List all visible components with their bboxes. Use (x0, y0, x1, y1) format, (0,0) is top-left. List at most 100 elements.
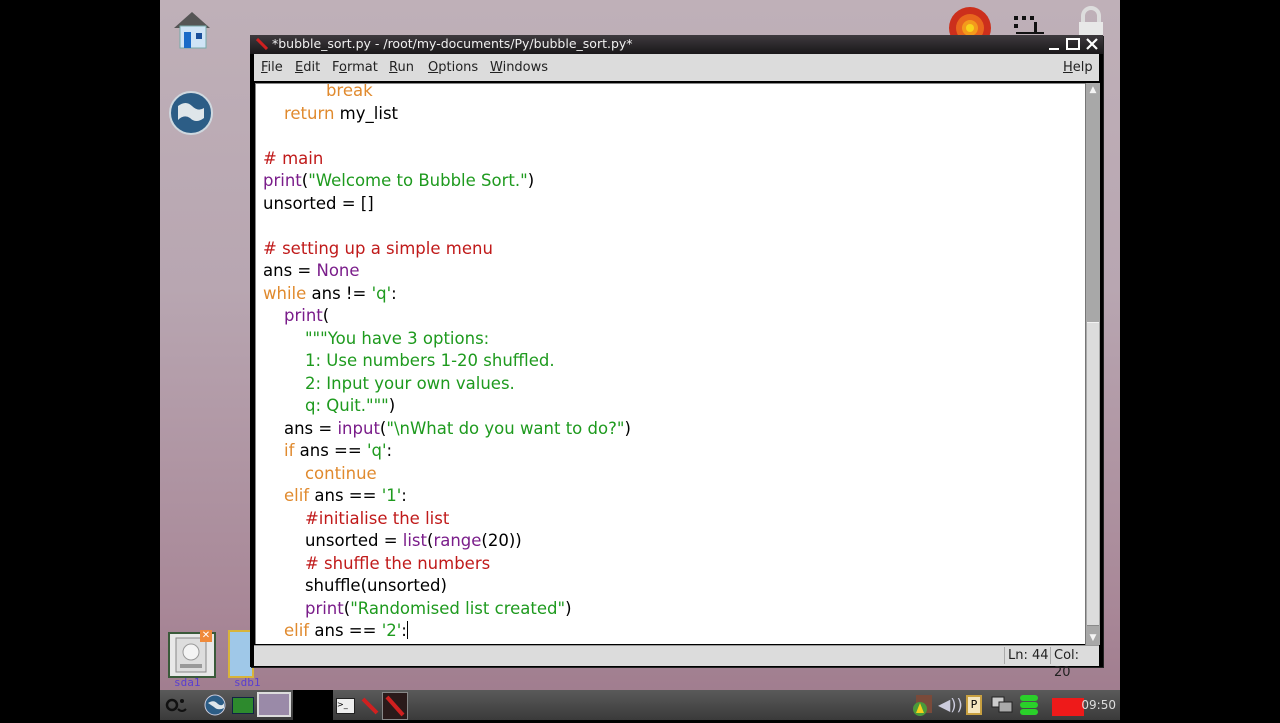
idle-editor-window: *bubble_sort.py - /root/my-documents/Py/… (250, 35, 1103, 680)
menu-format[interactable]: Format (332, 60, 378, 75)
scroll-up-arrow-icon[interactable]: ▲ (1088, 85, 1098, 95)
code-line[interactable]: shuffle(unsorted) (263, 575, 631, 598)
code-token: (20)) (481, 531, 522, 550)
code-line[interactable]: break (263, 83, 631, 103)
code-editor[interactable]: break return my_list # main print("Welcom… (255, 83, 1086, 644)
start-menu-icon[interactable] (164, 693, 192, 717)
vertical-scrollbar[interactable]: ▲ ▼ (1085, 83, 1100, 645)
code-line[interactable]: ans = None (263, 260, 631, 283)
code-line[interactable]: #initialise the list (263, 508, 631, 531)
title-bar[interactable]: *bubble_sort.py - /root/my-documents/Py/… (250, 35, 1103, 54)
code-line[interactable]: """You have 3 options: (263, 328, 631, 351)
maximize-button[interactable] (1065, 36, 1081, 52)
menu-edit[interactable]: Edit (295, 60, 320, 75)
code-line[interactable]: continue (263, 463, 631, 486)
code-line[interactable]: unsorted = list(range(20)) (263, 530, 631, 553)
code-line[interactable]: # main (263, 148, 631, 171)
code-token: '2' (381, 621, 402, 640)
code-token: list (402, 531, 427, 550)
clock[interactable]: 09:50 (1081, 698, 1116, 712)
code-line[interactable]: elif ans == '2': (263, 620, 631, 643)
code-token: unsorted = [] (263, 193, 374, 213)
code-token: # setting up a simple menu (263, 238, 493, 258)
code-line[interactable]: unsorted = [] (263, 193, 631, 216)
code-line[interactable]: q: Quit.""") (263, 395, 631, 418)
code-line[interactable]: return my_list (263, 103, 631, 126)
code-token: # main (263, 148, 324, 168)
menu-run[interactable]: Run (389, 60, 414, 75)
idle-window-task[interactable] (382, 692, 408, 720)
code-token: input (337, 418, 380, 438)
code-token: """You have 3 options: (304, 328, 490, 348)
code-line[interactable]: print( (263, 305, 631, 328)
code-token: unsorted = (263, 531, 403, 550)
code-line[interactable]: # shuffle the numbers (263, 553, 631, 576)
status-bar: Ln: 44 Col: 20 (254, 645, 1099, 680)
code-line[interactable]: print("Randomised list created") (263, 598, 631, 621)
drive-sdb1-label[interactable]: sdb1 (234, 676, 261, 689)
workspace-1-button[interactable] (257, 692, 291, 717)
menu-windows[interactable]: Windows (490, 60, 548, 75)
code-token: 1: Use numbers 1-20 shuffled. (304, 351, 555, 370)
software-update-icon[interactable] (910, 693, 934, 717)
desktop-icon[interactable] (232, 697, 254, 714)
globe-icon[interactable] (168, 90, 214, 136)
browser-icon[interactable] (204, 693, 226, 717)
close-button[interactable] (1084, 36, 1100, 52)
scroll-down-arrow-icon[interactable]: ▼ (1088, 633, 1098, 643)
code-token: break (325, 83, 373, 100)
code-line[interactable]: while ans != 'q': (263, 283, 631, 306)
terminal-icon[interactable]: >_ (336, 698, 355, 714)
code-line[interactable]: 2: Input your own values. (263, 373, 631, 396)
unmount-icon[interactable]: ✕ (200, 630, 212, 642)
app-icon (255, 37, 269, 51)
code-line[interactable]: print("Welcome to Bubble Sort.") (263, 170, 631, 193)
network-icon[interactable] (1012, 14, 1046, 36)
menu-help[interactable]: Help (1063, 60, 1093, 75)
code-token: ) (527, 171, 535, 190)
home-icon[interactable] (168, 8, 216, 52)
code-text[interactable]: break return my_list # main print("Welcom… (263, 83, 631, 643)
code-line[interactable]: # setting up a simple menu (263, 238, 631, 261)
scrollbar-thumb[interactable] (1087, 321, 1099, 627)
code-token: q: Quit.""" (304, 396, 389, 415)
menu-bar: File Edit Format Run Options Windows Hel… (254, 54, 1099, 81)
code-token: print (263, 171, 302, 190)
menu-options[interactable]: Options (428, 60, 478, 75)
code-line[interactable] (263, 125, 631, 148)
code-token: my_list (334, 103, 399, 123)
code-token: "Randomised list created" (350, 598, 566, 618)
code-line[interactable]: ans = input("\nWhat do you want to do?") (263, 418, 631, 441)
code-token: elif (283, 486, 310, 505)
minimize-button[interactable] (1046, 36, 1062, 52)
network-status-icon[interactable] (990, 693, 1014, 717)
clipboard-icon[interactable]: P (966, 695, 982, 715)
code-line[interactable]: elif ans == '1': (263, 485, 631, 508)
idle-app-icon[interactable] (360, 693, 380, 717)
volume-icon[interactable]: ◀)) (938, 693, 963, 717)
workspace-2-button[interactable] (293, 690, 333, 720)
target-icon[interactable] (948, 6, 992, 49)
code-token: "Welcome to Bubble Sort." (308, 171, 528, 190)
code-line[interactable]: 1: Use numbers 1-20 shuffled. (263, 350, 631, 373)
taskbar: >_ ◀)) P 09:50 (160, 690, 1120, 720)
code-token: return (283, 103, 335, 123)
code-token: ans != (306, 283, 372, 303)
code-token: 2: Input your own values. (304, 373, 515, 393)
drive-sda1-label[interactable]: sda1 (174, 676, 201, 689)
battery-icon[interactable] (1018, 693, 1040, 717)
code-line[interactable] (263, 215, 631, 238)
lock-icon[interactable] (1075, 6, 1107, 36)
code-line[interactable]: if ans == 'q': (263, 440, 631, 463)
menu-file[interactable]: File (261, 60, 283, 75)
code-token: if (283, 441, 295, 460)
code-token: "\nWhat do you want to do?" (386, 418, 625, 438)
save-session-icon[interactable] (1052, 698, 1084, 716)
